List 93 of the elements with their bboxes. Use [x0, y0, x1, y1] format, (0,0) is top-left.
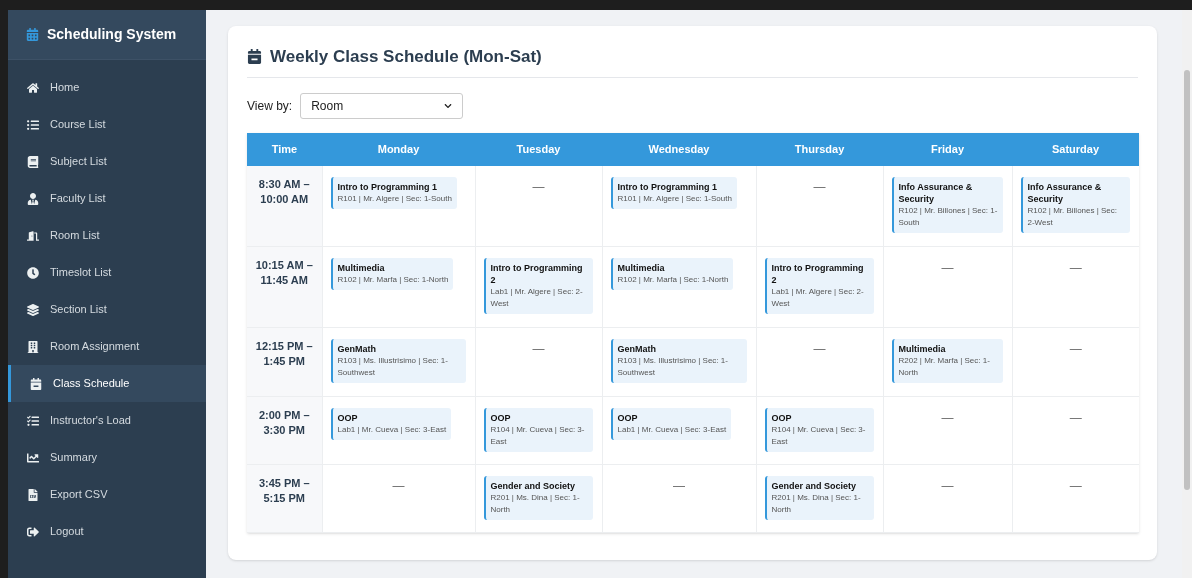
class-detail: R101 | Mr. Algere | Sec: 1-South: [617, 192, 732, 205]
scrollbar[interactable]: [1182, 10, 1192, 578]
page-title: Weekly Class Schedule (Mon-Sat): [270, 46, 542, 68]
empty-dash: —: [532, 342, 545, 356]
class-detail: R103 | Ms. Illustrisimo | Sec: 1-Southwest: [337, 355, 449, 379]
column-header: Friday: [883, 132, 1012, 166]
column-header: Monday: [322, 132, 475, 166]
empty-dash: —: [1069, 261, 1082, 275]
time-cell: 2:00 PM – 3:30 PM: [247, 396, 322, 465]
view-by-label: View by:: [247, 97, 293, 115]
nav-item[interactable]: Room List: [8, 217, 206, 254]
class-detail: R102 | Mr. Billones | Sec: 1-South: [898, 204, 998, 229]
empty-dash: —: [392, 479, 405, 493]
building-icon: [27, 340, 39, 353]
view-by-select[interactable]: Room: [300, 92, 464, 119]
class-detail: R201 | Ms. Dina | Sec: 1-North: [490, 492, 581, 516]
empty-dash: —: [673, 479, 685, 493]
file-icon: [27, 488, 39, 501]
checklist-icon: [27, 414, 39, 427]
nav-item[interactable]: Faculty List: [8, 180, 206, 217]
calendar-icon: [247, 49, 262, 65]
empty-dash: —: [941, 411, 954, 425]
empty-dash: —: [532, 179, 545, 194]
time-cell: 10:15 AM – 11:45 AM: [247, 246, 322, 328]
app-title: Scheduling System: [47, 25, 177, 44]
column-header: Tuesday: [475, 132, 602, 166]
empty-dash: —: [941, 261, 954, 275]
class-detail: R101 | Mr. Algere | Sec: 1-South: [337, 192, 452, 205]
chart-icon: [27, 451, 39, 464]
class-title: Multimedia: [617, 262, 666, 274]
nav-item[interactable]: Class Schedule: [8, 365, 206, 402]
logout-icon: [27, 525, 39, 538]
empty-dash: —: [813, 342, 826, 356]
clock-icon: [27, 266, 39, 279]
column-header: Thursday: [756, 132, 883, 166]
time-cell: 8:30 AM – 10:00 AM: [247, 165, 322, 247]
empty-dash: —: [1069, 342, 1082, 356]
class-title: Intro to Programming 1: [617, 180, 718, 193]
list-icon: [27, 118, 39, 131]
nav-item[interactable]: Summary: [8, 439, 206, 476]
calendar-icon: [26, 28, 39, 41]
class-title: Gender and Society: [490, 480, 577, 492]
class-title: Info Assurance & Security: [1027, 180, 1103, 205]
calendar-icon: [30, 377, 42, 390]
class-title: Multimedia: [898, 343, 947, 355]
empty-dash: —: [941, 479, 954, 493]
nav-item[interactable]: Subject List: [8, 143, 206, 180]
class-detail: R102 | Mr. Billones | Sec: 2-West: [1027, 204, 1119, 229]
class-title: OOP: [617, 412, 639, 424]
class-detail: Lab1 | Mr. Algere | Sec: 2-West: [490, 286, 584, 310]
class-detail: Lab1 | Mr. Algere | Sec: 2-West: [771, 286, 865, 310]
class-detail: Lab1 | Mr. Cueva | Sec: 3-East: [617, 424, 727, 436]
nav-item[interactable]: Home: [8, 69, 206, 106]
class-title: OOP: [337, 412, 359, 424]
class-detail: R104 | Mr. Cueva | Sec: 3-East: [771, 424, 867, 448]
time-cell: 3:45 PM – 5:15 PM: [247, 464, 322, 533]
time-cell: 12:15 PM – 1:45 PM: [247, 327, 322, 397]
class-detail: R102 | Mr. Marfa | Sec: 1-North: [337, 274, 449, 286]
nav-item[interactable]: Room Assignment: [8, 328, 206, 365]
class-title: OOP: [771, 412, 793, 424]
class-detail: R104 | Mr. Cueva | Sec: 3-East: [490, 424, 586, 448]
class-title: GenMath: [337, 343, 377, 355]
chevron-icon: [444, 101, 453, 110]
empty-dash: —: [1069, 479, 1082, 493]
class-title: Multimedia: [337, 262, 386, 274]
nav-item[interactable]: Instructor's Load: [8, 402, 206, 439]
class-detail: R202 | Mr. Marfa | Sec: 1-North: [898, 355, 991, 379]
class-title: GenMath: [617, 343, 657, 355]
class-title: Intro to Programming 1: [337, 180, 438, 193]
nav-item[interactable]: Course List: [8, 106, 206, 143]
class-title: Info Assurance & Security: [898, 180, 974, 205]
person-icon: [27, 192, 39, 205]
column-header: Saturday: [1012, 132, 1139, 166]
class-title: Intro to Programming 2: [490, 262, 584, 286]
book-icon: [27, 155, 39, 168]
nav-item[interactable]: Logout: [8, 513, 206, 550]
empty-dash: —: [813, 179, 826, 194]
class-detail: R201 | Ms. Dina | Sec: 1-North: [771, 492, 862, 516]
nav-item[interactable]: Timeslot List: [8, 254, 206, 291]
nav-item[interactable]: Section List: [8, 291, 206, 328]
class-title: Gender and Society: [771, 480, 858, 492]
class-detail: R102 | Mr. Marfa | Sec: 1-North: [617, 274, 729, 286]
layers-icon: [27, 303, 39, 316]
home-icon: [27, 81, 39, 94]
class-title: OOP: [490, 412, 512, 424]
column-header: Time: [247, 132, 322, 166]
nav-item[interactable]: Export CSV: [8, 476, 206, 513]
class-title: Intro to Programming 2: [771, 262, 865, 286]
class-detail: Lab1 | Mr. Cueva | Sec: 3-East: [337, 424, 447, 436]
empty-dash: —: [1069, 411, 1082, 425]
column-header: Wednesday: [602, 132, 756, 166]
door-icon: [27, 229, 39, 242]
class-detail: R103 | Ms. Illustrisimo | Sec: 1-Southwest: [617, 355, 729, 379]
